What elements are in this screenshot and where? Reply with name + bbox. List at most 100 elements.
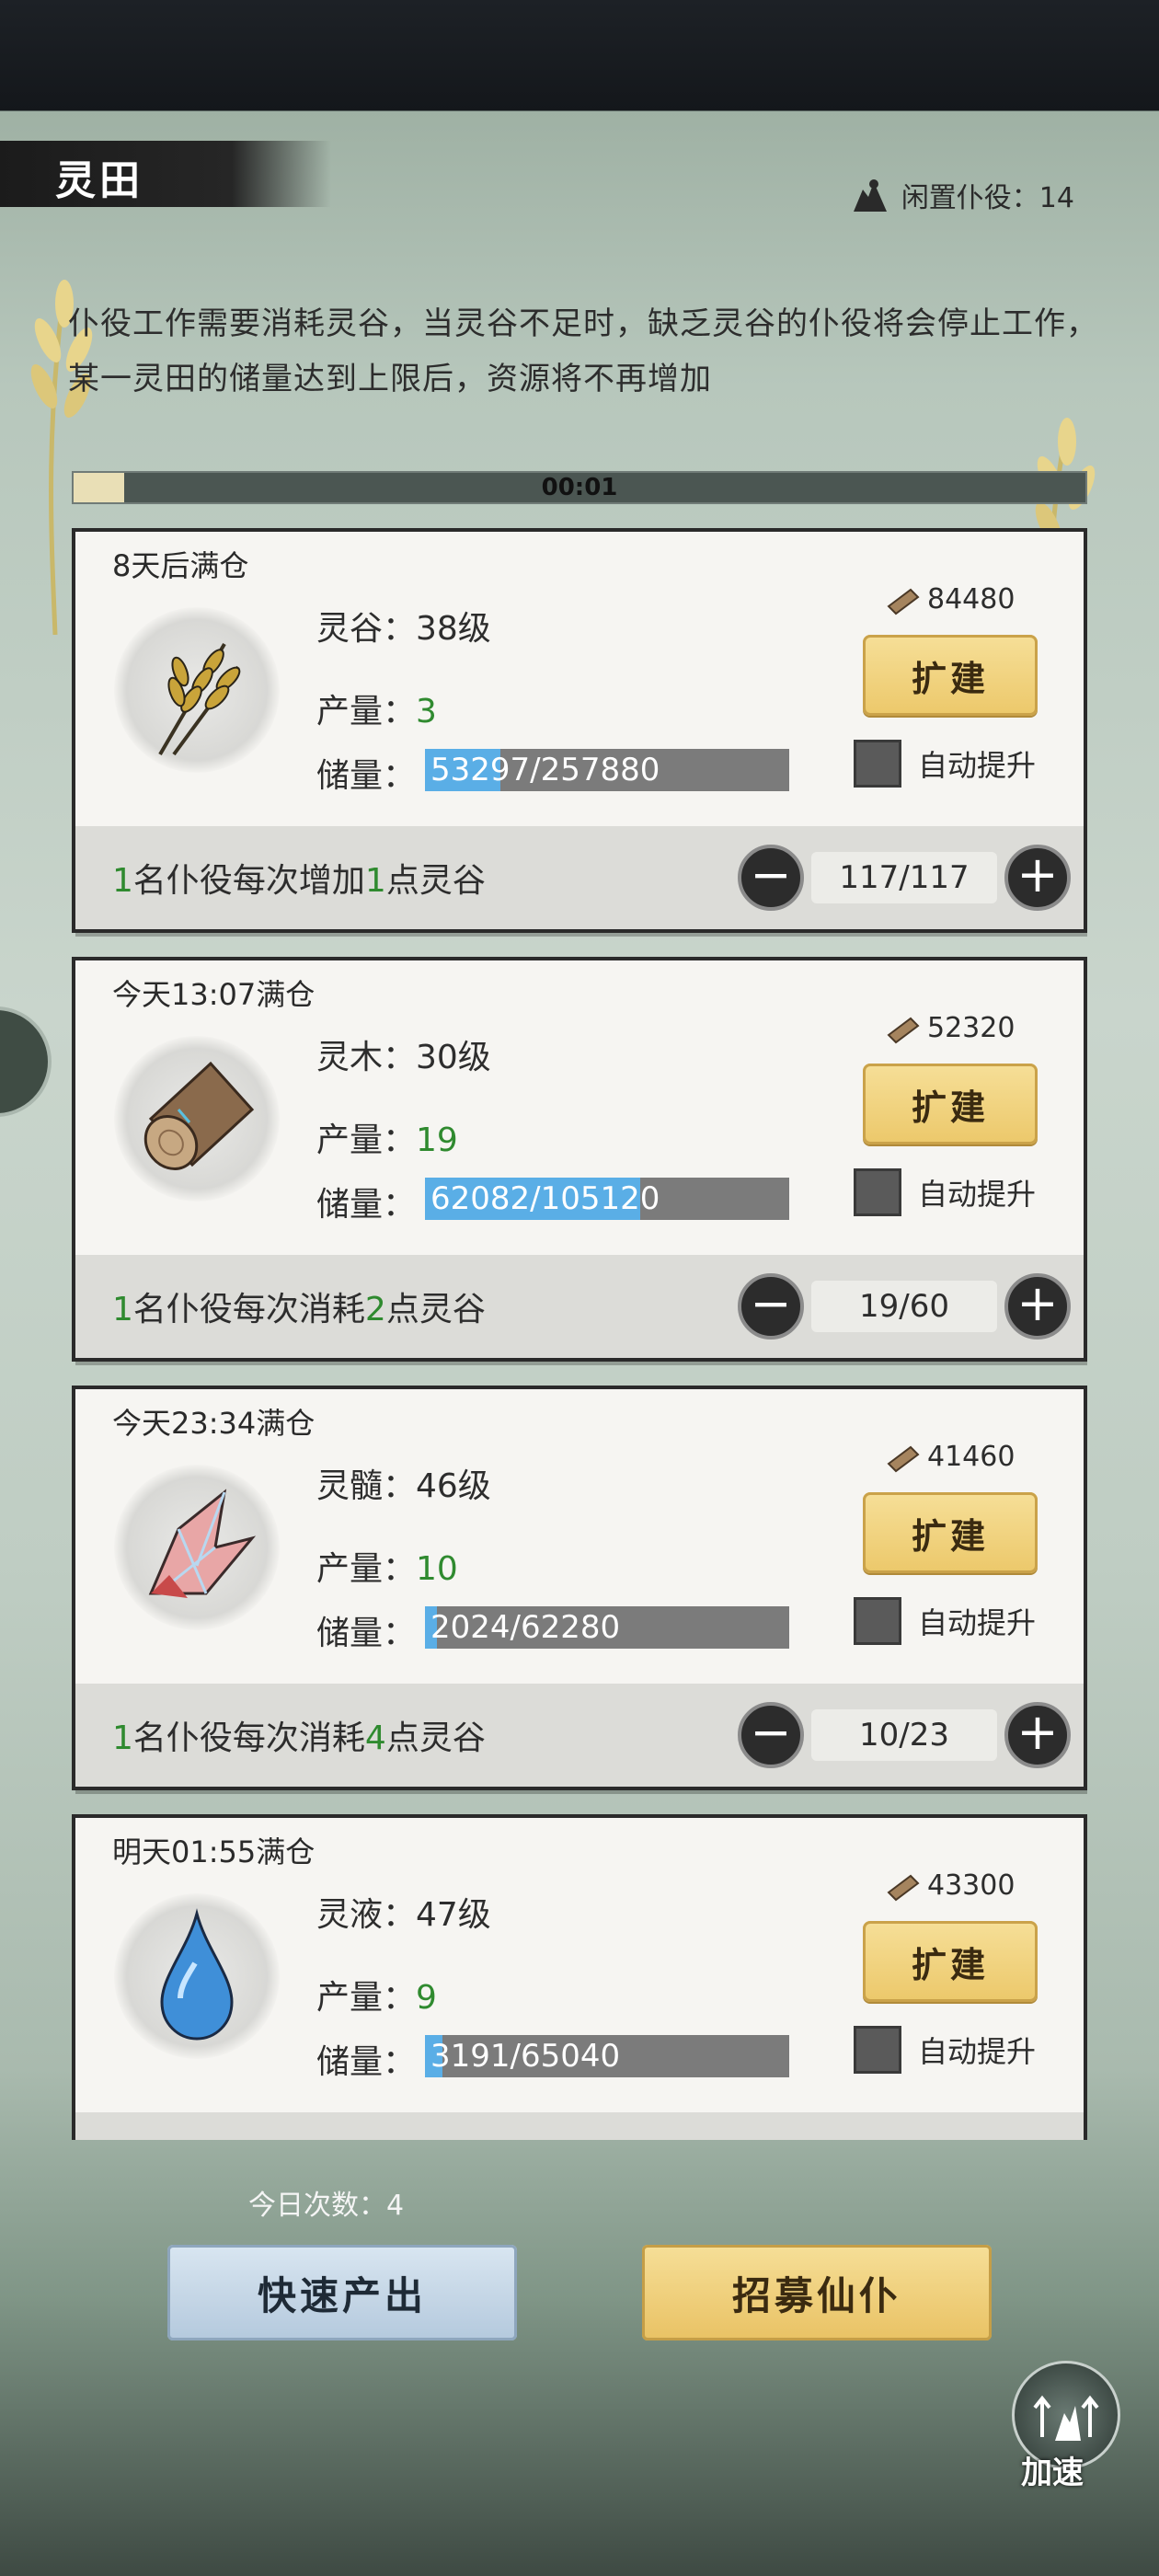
rule-count: 1	[112, 862, 133, 900]
auto-upgrade-label: 自动提升	[918, 1177, 1037, 1212]
output-value: 9	[416, 1979, 437, 2017]
recruit-button[interactable]: 招募仙仆	[642, 2245, 992, 2340]
field-card-wood: 今天13:07满仓 灵木：30级 产量：19 储量： 62082/105120 …	[72, 957, 1087, 1362]
idle-servants-label: 闲置仆役：14	[901, 182, 1074, 214]
auto-upgrade[interactable]: 自动提升	[854, 2026, 1036, 2074]
field-level: 灵谷：38级	[316, 610, 491, 648]
servant-icon	[853, 179, 887, 212]
auto-upgrade-label: 自动提升	[918, 2034, 1037, 2069]
worker-rule-text: 1名仆役每次消耗2点灵谷	[112, 1282, 486, 1330]
output-label: 产量：	[316, 693, 417, 730]
rule-amount: 4	[364, 1719, 386, 1757]
worker-stepper[interactable]: − 19/60 +	[738, 1273, 1071, 1340]
intro-text: 仆役工作需要消耗灵谷，当灵谷不足时，缺乏灵谷的仆役将会停止工作，某一灵田的储量达…	[68, 305, 1098, 397]
auto-upgrade-checkbox[interactable]	[854, 740, 901, 788]
field-output: 产量：9	[316, 1971, 437, 2018]
full-time-label: 今天13:07满仓	[112, 977, 316, 1012]
storage-bar: 53297/257880	[425, 749, 789, 791]
expand-cost: 84480	[885, 583, 1015, 615]
quick-output-button[interactable]: 快速产出	[167, 2245, 517, 2340]
output-value: 3	[416, 693, 437, 730]
auto-upgrade-checkbox[interactable]	[854, 1168, 901, 1216]
expand-cost-value: 84480	[927, 583, 1016, 615]
output-value: 10	[416, 1550, 458, 1588]
storage-bar: 62082/105120	[425, 1178, 789, 1220]
rule-unit: 点灵谷	[385, 862, 486, 900]
worker-row: 1名仆役每次消耗2点灵谷 − 19/60 +	[75, 1255, 1084, 1358]
crystal-icon	[148, 1489, 257, 1598]
worker-row: 1名仆役每次增加1点灵谷 − 117/117 +	[75, 826, 1084, 929]
minus-button[interactable]: −	[738, 845, 804, 911]
output-label: 产量：	[316, 1121, 417, 1159]
worker-rule-text: 1名仆役每次消耗4点灵谷	[112, 1711, 486, 1759]
field-icon-frame	[114, 1465, 280, 1630]
plus-button[interactable]: +	[1004, 845, 1071, 911]
idle-servants: 闲置仆役：14	[850, 175, 1074, 215]
title-band	[0, 141, 331, 207]
expand-button[interactable]: 扩建	[863, 1492, 1038, 1573]
side-tab[interactable]	[0, 1006, 52, 1117]
worker-count: 19/60	[811, 1281, 997, 1332]
expand-cost: 43300	[885, 1869, 1015, 1902]
plus-button[interactable]: +	[1004, 1273, 1071, 1340]
field-level: 灵髓：46级	[316, 1467, 491, 1505]
rule-text: 名仆役每次增加	[132, 862, 365, 900]
auto-upgrade[interactable]: 自动提升	[854, 740, 1036, 788]
auto-upgrade-label: 自动提升	[918, 748, 1037, 783]
rule-amount: 2	[364, 1291, 386, 1328]
expand-cost-value: 43300	[927, 1869, 1016, 1902]
page-title: 灵田	[55, 157, 143, 204]
rule-text: 名仆役每次消耗	[132, 1719, 365, 1757]
storage-text: 62082/105120	[430, 1180, 660, 1217]
field-card-liquid: 明天01:55满仓 灵液：47级 产量：9 储量： 3191/65040 433…	[72, 1814, 1087, 2140]
output-value: 19	[416, 1121, 458, 1159]
worker-rule-text: 1名仆役每次增加1点灵谷	[112, 854, 486, 902]
full-time-label: 8天后满仓	[112, 548, 249, 583]
expand-button[interactable]: 扩建	[863, 1064, 1038, 1144]
timer-progress-bar: 00:01	[72, 471, 1087, 504]
storage-label: 储量：	[316, 1615, 417, 1652]
worker-row	[75, 2112, 1084, 2140]
wood-icon	[143, 1061, 255, 1170]
storage-bar: 3191/65040	[425, 2035, 789, 2077]
worker-count: 10/23	[811, 1709, 997, 1761]
field-icon-frame	[114, 1893, 280, 2059]
auto-upgrade-checkbox[interactable]	[854, 2026, 901, 2074]
minus-button[interactable]: −	[738, 1273, 804, 1340]
expand-cost-value: 52320	[927, 1012, 1016, 1044]
field-level: 灵液：47级	[316, 1896, 491, 1934]
rule-amount: 1	[364, 862, 386, 900]
field-icon-frame	[114, 607, 280, 773]
rule-unit: 点灵谷	[385, 1291, 486, 1328]
wood-cost-icon	[887, 1874, 920, 1901]
expand-button[interactable]: 扩建	[863, 1921, 1038, 2002]
field-card-crystal: 今天23:34满仓 灵髓：46级 产量：10 储量： 2024/62280 41…	[72, 1386, 1087, 1790]
minus-button[interactable]: −	[738, 1702, 804, 1768]
expand-cost-value: 41460	[927, 1441, 1016, 1473]
auto-upgrade-checkbox[interactable]	[854, 1597, 901, 1645]
field-icon-frame	[114, 1036, 280, 1202]
storage-label: 储量：	[316, 2043, 417, 2081]
worker-row: 1名仆役每次消耗4点灵谷 − 10/23 +	[75, 1684, 1084, 1787]
output-label: 产量：	[316, 1550, 417, 1588]
rule-unit: 点灵谷	[385, 1719, 486, 1757]
timer-text: 00:01	[541, 474, 618, 501]
worker-stepper[interactable]: − 117/117 +	[738, 845, 1071, 911]
auto-upgrade[interactable]: 自动提升	[854, 1168, 1036, 1216]
expand-button[interactable]: 扩建	[863, 635, 1038, 716]
rule-count: 1	[112, 1291, 133, 1328]
field-output: 产量：19	[316, 1113, 458, 1161]
worker-stepper[interactable]: − 10/23 +	[738, 1702, 1071, 1768]
expand-cost: 41460	[885, 1441, 1015, 1473]
plus-button[interactable]: +	[1004, 1702, 1071, 1768]
rule-text: 名仆役每次消耗	[132, 1291, 365, 1328]
rule-count: 1	[112, 1719, 133, 1757]
field-level: 灵木：30级	[316, 1039, 491, 1076]
wood-cost-icon	[887, 1445, 920, 1472]
field-list[interactable]: 8天后满仓 灵谷：38级 产量：3 储量： 53297/257880 84480…	[72, 528, 1087, 2140]
auto-upgrade[interactable]: 自动提升	[854, 1597, 1036, 1645]
grain-icon	[158, 642, 241, 756]
storage-label: 储量：	[316, 757, 417, 795]
full-time-label: 明天01:55满仓	[112, 1834, 316, 1869]
worker-count: 117/117	[811, 852, 997, 903]
